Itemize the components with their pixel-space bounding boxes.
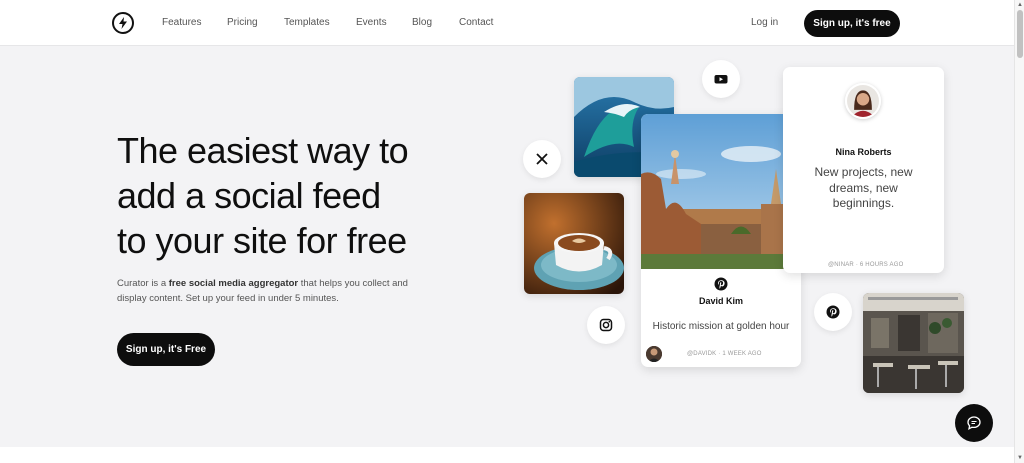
scroll-thumb[interactable] — [1017, 10, 1023, 58]
nina-name: Nina Roberts — [835, 147, 892, 157]
david-post-text: Historic mission at golden hour — [652, 321, 790, 332]
david-meta: @DAVIDK · 1 WEEK AGO — [687, 351, 762, 357]
youtube-icon — [714, 75, 728, 84]
hero-desc-bold: free social media aggregator — [168, 278, 299, 289]
scroll-down-arrow-icon[interactable]: ▼ — [1017, 455, 1023, 461]
chat-bubble-icon — [967, 416, 981, 431]
instagram-icon-button[interactable] — [587, 306, 625, 344]
scroll-up-arrow-icon[interactable]: ▲ — [1017, 2, 1023, 8]
hero-desc-text-a: Curator is a — [117, 278, 169, 289]
nav-link-templates[interactable]: Templates — [284, 17, 330, 28]
feed-card-david[interactable]: David Kim Historic mission at golden hou… — [641, 114, 801, 367]
pinterest-icon — [714, 277, 728, 291]
pinterest-icon-button[interactable] — [814, 293, 852, 331]
hero-title: The easiest way to add a social feed to … — [117, 128, 477, 263]
nina-post-text: New projects, new dreams, new beginnings… — [814, 165, 913, 210]
pinterest-icon — [826, 305, 840, 319]
park-guell-image — [641, 114, 801, 269]
nav-link-contact[interactable]: Contact — [459, 17, 493, 28]
nav-link-events[interactable]: Events — [356, 17, 387, 28]
hero-description: Curator is a free social media aggregato… — [117, 277, 417, 306]
nav-link-pricing[interactable]: Pricing — [227, 17, 258, 28]
nav-link-features[interactable]: Features — [162, 17, 201, 28]
signup-button-hero[interactable]: Sign up, it's Free — [117, 333, 215, 366]
david-avatar — [646, 346, 662, 362]
coffee-cup-image — [524, 193, 624, 294]
chat-support-button[interactable] — [955, 404, 993, 442]
x-twitter-icon-button[interactable] — [523, 140, 561, 178]
hero-title-line-1: The easiest way to — [117, 130, 409, 171]
nav-link-blog[interactable]: Blog — [412, 17, 432, 28]
hero-title-line-2: add a social feed — [117, 175, 381, 216]
youtube-icon-button[interactable] — [702, 60, 740, 98]
login-link[interactable]: Log in — [751, 17, 778, 28]
nina-avatar — [845, 83, 881, 119]
signup-button-nav[interactable]: Sign up, it's free — [804, 10, 900, 37]
instagram-icon — [599, 318, 613, 332]
nina-meta: @NINAR · 6 HOURS AGO — [828, 262, 904, 268]
page-scrollbar[interactable]: ▲ ▼ — [1014, 0, 1024, 463]
curator-logo-icon[interactable] — [112, 12, 134, 34]
x-icon — [536, 153, 548, 165]
feed-card-nina[interactable]: Nina Roberts New projects, new dreams, n… — [783, 67, 944, 273]
top-nav: Features Pricing Templates Events Blog C… — [0, 0, 1014, 46]
david-name: David Kim — [698, 296, 743, 306]
cafe-interior-image — [863, 293, 964, 393]
hero-title-line-3: to your site for free — [117, 220, 407, 261]
next-section-edge — [0, 447, 1014, 463]
